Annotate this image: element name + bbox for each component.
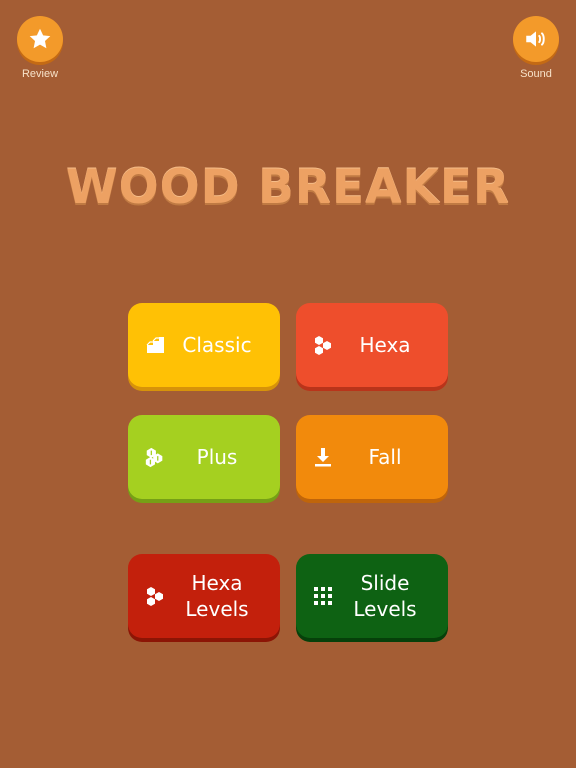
grid-dots-icon <box>312 585 334 607</box>
classic-mode-button[interactable]: Classic <box>128 303 280 387</box>
slide-levels-label-line2: Levels <box>353 597 417 621</box>
slide-levels-label: Slide Levels <box>334 570 448 622</box>
game-title: WOOD BREAKER <box>65 160 511 215</box>
review-button[interactable] <box>17 16 63 62</box>
fall-mode-button[interactable]: Fall <box>296 415 448 499</box>
hexa-mode-label: Hexa <box>359 333 411 357</box>
hexa-levels-button[interactable]: Hexa Levels <box>128 554 280 638</box>
download-arrow-icon <box>312 446 334 468</box>
hexa-levels-label: Hexa Levels <box>166 570 280 622</box>
slide-levels-label-line1: Slide <box>360 571 410 595</box>
hexa-mode-button[interactable]: Hexa <box>296 303 448 387</box>
sound-button[interactable] <box>513 16 559 62</box>
plus-mode-button[interactable]: Plus <box>128 415 280 499</box>
fall-mode-label: Fall <box>368 445 402 469</box>
slide-levels-button[interactable]: Slide Levels <box>296 554 448 638</box>
plus-mode-label: Plus <box>196 445 238 469</box>
star-icon <box>29 28 51 49</box>
review-label: Review <box>21 68 59 80</box>
hexa-levels-label-line2: Levels <box>185 597 249 621</box>
plus-blocks-icon <box>144 446 166 468</box>
hexa-levels-label-line1: Hexa <box>191 571 243 595</box>
hexagons-icon <box>144 585 166 607</box>
hexagons-icon <box>312 334 334 356</box>
speaker-icon <box>526 31 545 47</box>
classic-mode-label: Classic <box>182 333 252 357</box>
block-stack-icon <box>144 334 166 356</box>
sound-label: Sound <box>520 68 552 80</box>
